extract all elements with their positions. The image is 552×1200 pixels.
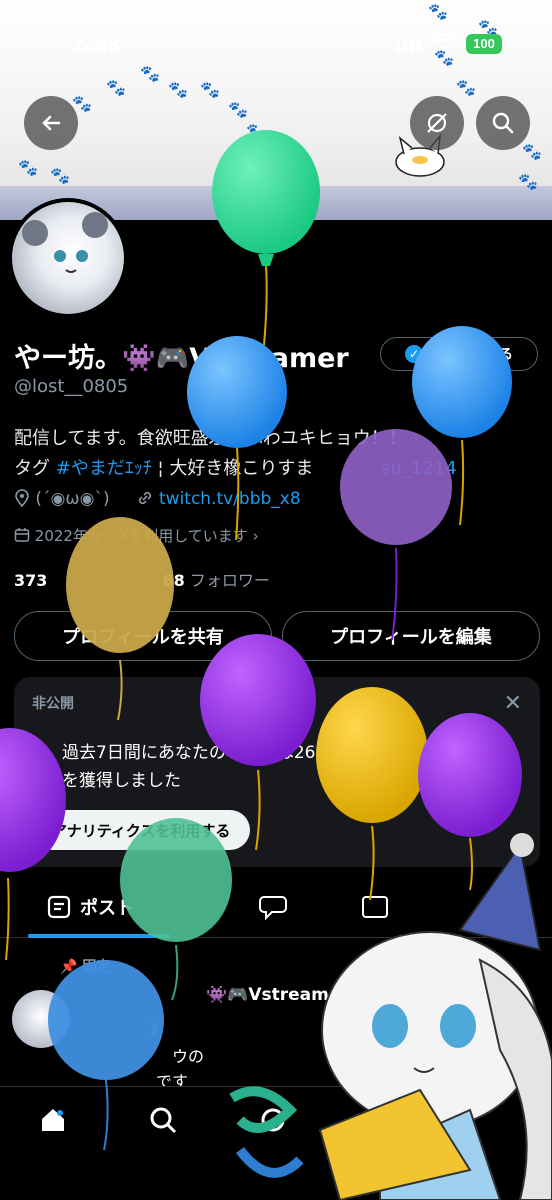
tab-posts[interactable]: ポスト — [46, 876, 134, 938]
analytics-button[interactable]: アナリティクスを利用する — [32, 810, 251, 850]
paw-print: 🐾 — [522, 142, 542, 161]
location: (´◉ω◉`) — [14, 489, 110, 509]
joined-text: 2022年からXを利用しています — [34, 527, 248, 545]
joined-date: 2022年からXを利用しています › — [14, 525, 259, 546]
close-icon[interactable]: ✕ — [504, 691, 522, 716]
paw-print: 🐾 — [18, 158, 38, 177]
link-icon — [138, 491, 151, 505]
bio-mention-link[interactable]: su_1214 — [381, 458, 457, 479]
tab-posts-label: ポスト — [80, 898, 134, 919]
edit-profile-button[interactable]: プロフィールを編集 — [282, 611, 540, 661]
website[interactable]: twitch.tv/bbb_x8 — [136, 489, 301, 509]
battery-indicator: 100 — [466, 34, 502, 54]
followers-count: 68 — [162, 571, 185, 590]
cellular-signal-icon — [396, 36, 421, 51]
search-button[interactable] — [476, 96, 530, 150]
home-icon[interactable] — [38, 1105, 68, 1139]
location-text: (´◉ω◉`) — [35, 489, 110, 509]
get-verified-label: 認証を受ける — [429, 347, 513, 363]
bio-hashtag-link[interactable]: #やまだｴｯﾁ — [56, 458, 152, 479]
private-analytics-card: 非公開 ✕ 過去7日間にあなたのポストは2610件のインプレッションを獲得しまし… — [14, 677, 540, 867]
share-profile-button[interactable]: プロフィールを共有 — [14, 611, 272, 661]
profile-meta: (´◉ω◉`) twitch.tv/bbb_x8 — [14, 489, 301, 509]
paw-print: 🐾 — [246, 122, 266, 141]
private-card-title: 非公開 — [32, 696, 74, 712]
posts-icon — [47, 895, 71, 919]
bio-text: ¦ 大好き橡こりすま — [151, 458, 314, 479]
explore-icon[interactable] — [148, 1105, 178, 1139]
search-icon — [492, 112, 514, 134]
active-tab-indicator — [28, 934, 170, 938]
paw-print: 🐾 — [50, 166, 70, 185]
follow-stats: 373 68 フォロワー — [14, 567, 270, 591]
profile-bio: 配信してます。食欲旺盛ぷよふわユキヒョウ！！ タグ #やまだｴｯﾁ ¦ 大好き橡… — [14, 424, 544, 484]
following-count: 373 — [14, 571, 48, 590]
paw-print: 🐾 — [72, 94, 92, 113]
paw-print: 🐾 — [228, 100, 248, 119]
back-button[interactable] — [24, 96, 78, 150]
calendar-icon — [14, 528, 30, 542]
followers-stat[interactable]: 68 フォロワー — [163, 571, 270, 590]
bio-tag-prefix: タグ — [14, 458, 56, 479]
tab-replies[interactable] — [258, 876, 288, 938]
reply-bubble-icon — [259, 896, 287, 921]
profile-avatar[interactable] — [8, 198, 128, 318]
status-bar: 5:48 100 — [0, 0, 552, 90]
impressions-message: 過去7日間にあなたのポストは2610件のインプレッションを獲得しました — [62, 743, 507, 791]
media-icon — [362, 896, 388, 918]
get-verified-button[interactable]: ✓ 認証を受ける — [380, 337, 538, 371]
tab-media[interactable] — [360, 876, 390, 938]
bio-line-1: 配信してます。食欲旺盛ぷよふわユキヒョウ！！ — [14, 428, 407, 449]
location-pin-icon — [15, 489, 29, 508]
arrow-up-icon — [37, 755, 51, 775]
post-text-line: ウの — [172, 1047, 205, 1066]
website-link[interactable]: twitch.tv/bbb_x8 — [159, 489, 301, 509]
wifi-icon — [430, 33, 456, 51]
verified-check-icon: ✓ — [405, 345, 423, 363]
post-author-name[interactable]: 👾🎮Vstream — [206, 985, 329, 1005]
profile-tabs: ポスト — [0, 876, 552, 938]
avatar-image — [12, 202, 124, 314]
status-time: 5:48 — [76, 32, 121, 57]
bottom-navigation — [0, 1086, 552, 1200]
following-stat[interactable]: 373 — [14, 571, 47, 590]
arrow-left-icon — [42, 115, 61, 131]
pinned-label: 固定 — [82, 959, 111, 975]
communities-icon[interactable] — [258, 1105, 288, 1139]
followers-label: フォロワー — [189, 571, 270, 590]
paw-print: 🐾 — [518, 172, 538, 191]
post-text-line: 》 — [150, 1020, 167, 1039]
display-name: やー坊。👾🎮Vstreamer — [14, 343, 349, 374]
grok-icon — [427, 113, 447, 133]
user-handle: @lost__0805 — [14, 376, 129, 397]
pinned-indicator: 📌 固定 — [60, 959, 111, 975]
post-author-avatar[interactable] — [12, 990, 70, 1048]
grok-button[interactable] — [410, 96, 464, 150]
bio-line-2: タグ #やまだｴｯﾁ ¦ 大好き橡こりすま su_1214 — [14, 454, 544, 484]
avatar-face — [54, 250, 88, 273]
